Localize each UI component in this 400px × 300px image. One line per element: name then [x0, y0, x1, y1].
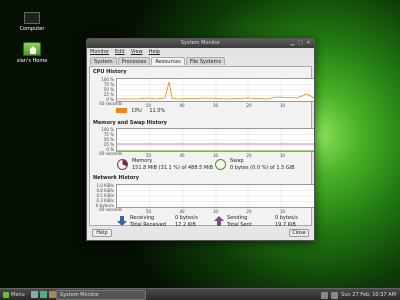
total-received-value: 17.2 KiB [175, 222, 196, 228]
network-graph-lines [117, 185, 314, 207]
resources-panel: CPU History 100 % 75 % 50 % 25 % 0 % 60 … [89, 66, 314, 228]
menu-help[interactable]: Help [149, 48, 160, 56]
sending-label: Sending [227, 215, 248, 221]
cpu-time-tick: 30 [212, 103, 219, 108]
window-titlebar[interactable]: System Monitor ▁ □ ✕ [87, 39, 314, 48]
memory-graph [116, 128, 314, 152]
sending-arrow-icon[interactable] [214, 216, 224, 226]
menu-monitor[interactable]: Monitor [90, 48, 109, 56]
cpu-color-swatch[interactable] [116, 108, 127, 113]
cpu-history-heading: CPU History [93, 69, 127, 75]
receiving-arrow-icon[interactable] [117, 216, 127, 226]
desktop-icon-home[interactable]: slan's Home [12, 42, 52, 64]
computer-icon [24, 12, 40, 24]
menu-edit[interactable]: Edit [115, 48, 125, 56]
desktop-icon-computer[interactable]: Computer [12, 12, 52, 32]
terminal-icon[interactable] [40, 291, 47, 298]
cpu-legend: CPU 11.0% [116, 108, 165, 114]
total-sent-value: 19.7 KiB [275, 222, 296, 228]
receiving-value: 0 bytes/s [175, 215, 198, 221]
tab-file-systems[interactable]: File Systems [185, 57, 226, 65]
cpu-time-tick: 20 [246, 103, 252, 108]
network-time-tick: 30 [212, 209, 219, 214]
file-manager-icon[interactable] [49, 291, 56, 298]
network-time-tick: 50 [146, 209, 152, 214]
memory-graph-lines [117, 129, 314, 151]
memory-time-tick: 20 [246, 153, 252, 158]
tab-processes[interactable]: Processes [117, 57, 151, 65]
cpu-time-tick: 40 [179, 103, 185, 108]
menu-button[interactable]: Menu [3, 291, 25, 299]
show-desktop-icon[interactable] [31, 291, 38, 298]
tab-resources[interactable]: Resources [151, 57, 185, 65]
desktop-icon-label: slan's Home [16, 58, 48, 64]
cpu-time-tick: 10 [279, 103, 285, 108]
cpu-legend-value: 11.0% [149, 108, 166, 114]
close-icon[interactable]: ✕ [306, 40, 311, 46]
tab-bar: System Processes Resources File Systems [87, 57, 314, 65]
sending-value: 0 bytes/s [275, 215, 298, 221]
total-sent-label: Total Sent [227, 222, 252, 228]
taskbar: Menu System Monitor Sun 27 Feb, 10:37 AM [0, 288, 400, 300]
taskbar-item-system-monitor[interactable]: System Monitor [56, 290, 146, 300]
network-time-tick: 20 [246, 209, 252, 214]
network-graph [116, 184, 314, 208]
close-button[interactable]: Close [289, 229, 309, 237]
menubar: Monitor Edit View Help [87, 48, 314, 56]
volume-icon[interactable] [331, 292, 339, 299]
memory-history-heading: Memory and Swap History [93, 120, 168, 126]
cpu-legend-label: CPU [131, 108, 142, 114]
network-history-heading: Network History [93, 175, 139, 181]
swap-pie[interactable] [215, 159, 226, 170]
network-icon[interactable] [321, 292, 329, 299]
network-time-tick: 10 [279, 209, 285, 214]
desktop-icon-label: Computer [19, 26, 45, 32]
memory-pie[interactable] [117, 159, 128, 170]
menu-view[interactable]: View [131, 48, 143, 56]
clock[interactable]: Sun 27 Feb, 10:37 AM [341, 291, 396, 299]
total-received-label: Total Received [130, 222, 167, 228]
tab-system[interactable]: System [90, 57, 117, 65]
network-time-tick: 40 [179, 209, 185, 214]
memory-time-tick: 40 [179, 153, 185, 158]
memory-time-tick: 10 [279, 153, 285, 158]
window-title: System Monitor [180, 40, 221, 46]
memory-value: 151.8 MiB (31.1 %) of 488.5 MiB [132, 165, 214, 171]
help-button[interactable]: Help [92, 229, 112, 237]
maximize-icon[interactable]: □ [298, 40, 303, 46]
cpu-graph-lines [117, 79, 314, 101]
minimize-icon[interactable]: ▁ [290, 40, 295, 46]
receiving-label: Receiving [130, 215, 155, 221]
swap-value: 0 bytes (0.0 %) of 1.5 GiB [230, 165, 295, 171]
system-tray: Sun 27 Feb, 10:37 AM [321, 291, 396, 299]
cpu-graph [116, 78, 314, 102]
swap-label: Swap [230, 158, 244, 164]
memory-label: Memory [132, 158, 153, 164]
home-folder-icon [23, 42, 41, 56]
system-monitor-window[interactable]: System Monitor ▁ □ ✕ Monitor Edit View H… [86, 38, 315, 241]
memory-time-tick: 30 [212, 153, 219, 158]
